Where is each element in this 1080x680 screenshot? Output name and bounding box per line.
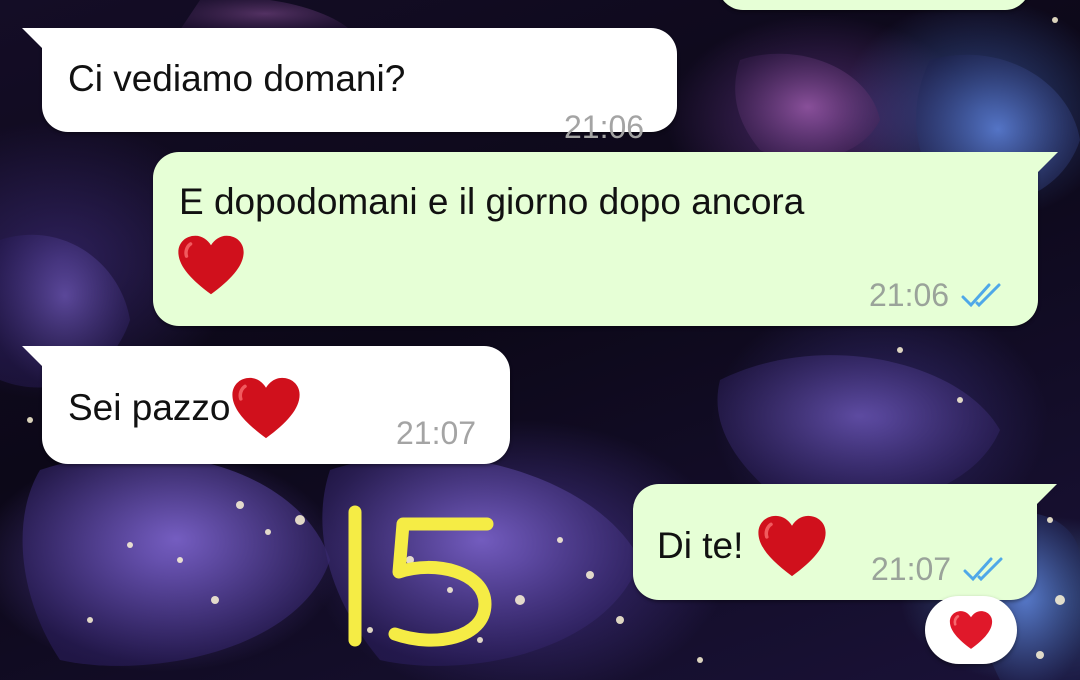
message-bubble-outgoing[interactable]: Di te! 21:07 <box>633 484 1057 600</box>
message-text: E dopodomani e il giorno dopo ancora <box>179 181 805 222</box>
message-bubble-incoming[interactable]: Sei pazzo 21:07 <box>22 346 510 464</box>
red-heart-emoji <box>757 514 827 578</box>
message-timestamp: 21:07 <box>871 546 1007 592</box>
message-bubble-outgoing[interactable]: E dopodomani e il giorno dopo ancora 21:… <box>153 152 1058 326</box>
message-bubble-incoming[interactable]: Ci vediamo domani? 21:06 <box>22 28 677 145</box>
timestamp-text: 21:06 <box>564 109 645 145</box>
timestamp-text: 21:07 <box>396 415 477 451</box>
read-ticks-icon <box>963 557 1003 582</box>
annotation-15-drawing <box>348 505 494 647</box>
handwritten-annotation <box>325 502 505 657</box>
reaction-chip[interactable] <box>925 596 1017 664</box>
message-content: Di te! <box>657 514 827 578</box>
timestamp-text: 21:07 <box>871 551 952 587</box>
red-heart-emoji <box>177 234 245 296</box>
message-bubble-outgoing[interactable] <box>718 0 1030 10</box>
message-text: Di te! <box>657 525 744 566</box>
message-timestamp: 21:06 <box>564 104 644 150</box>
message-timestamp: 21:07 <box>396 410 476 456</box>
red-heart-reaction-icon <box>949 611 993 649</box>
message-text: Sei pazzo <box>68 387 231 428</box>
timestamp-text: 21:06 <box>869 277 950 313</box>
message-timestamp: 21:06 <box>869 272 1005 318</box>
message-text: Ci vediamo domani? <box>68 58 406 99</box>
read-ticks-icon <box>961 283 1001 308</box>
red-heart-emoji <box>231 376 301 440</box>
message-content: Sei pazzo <box>68 376 301 440</box>
